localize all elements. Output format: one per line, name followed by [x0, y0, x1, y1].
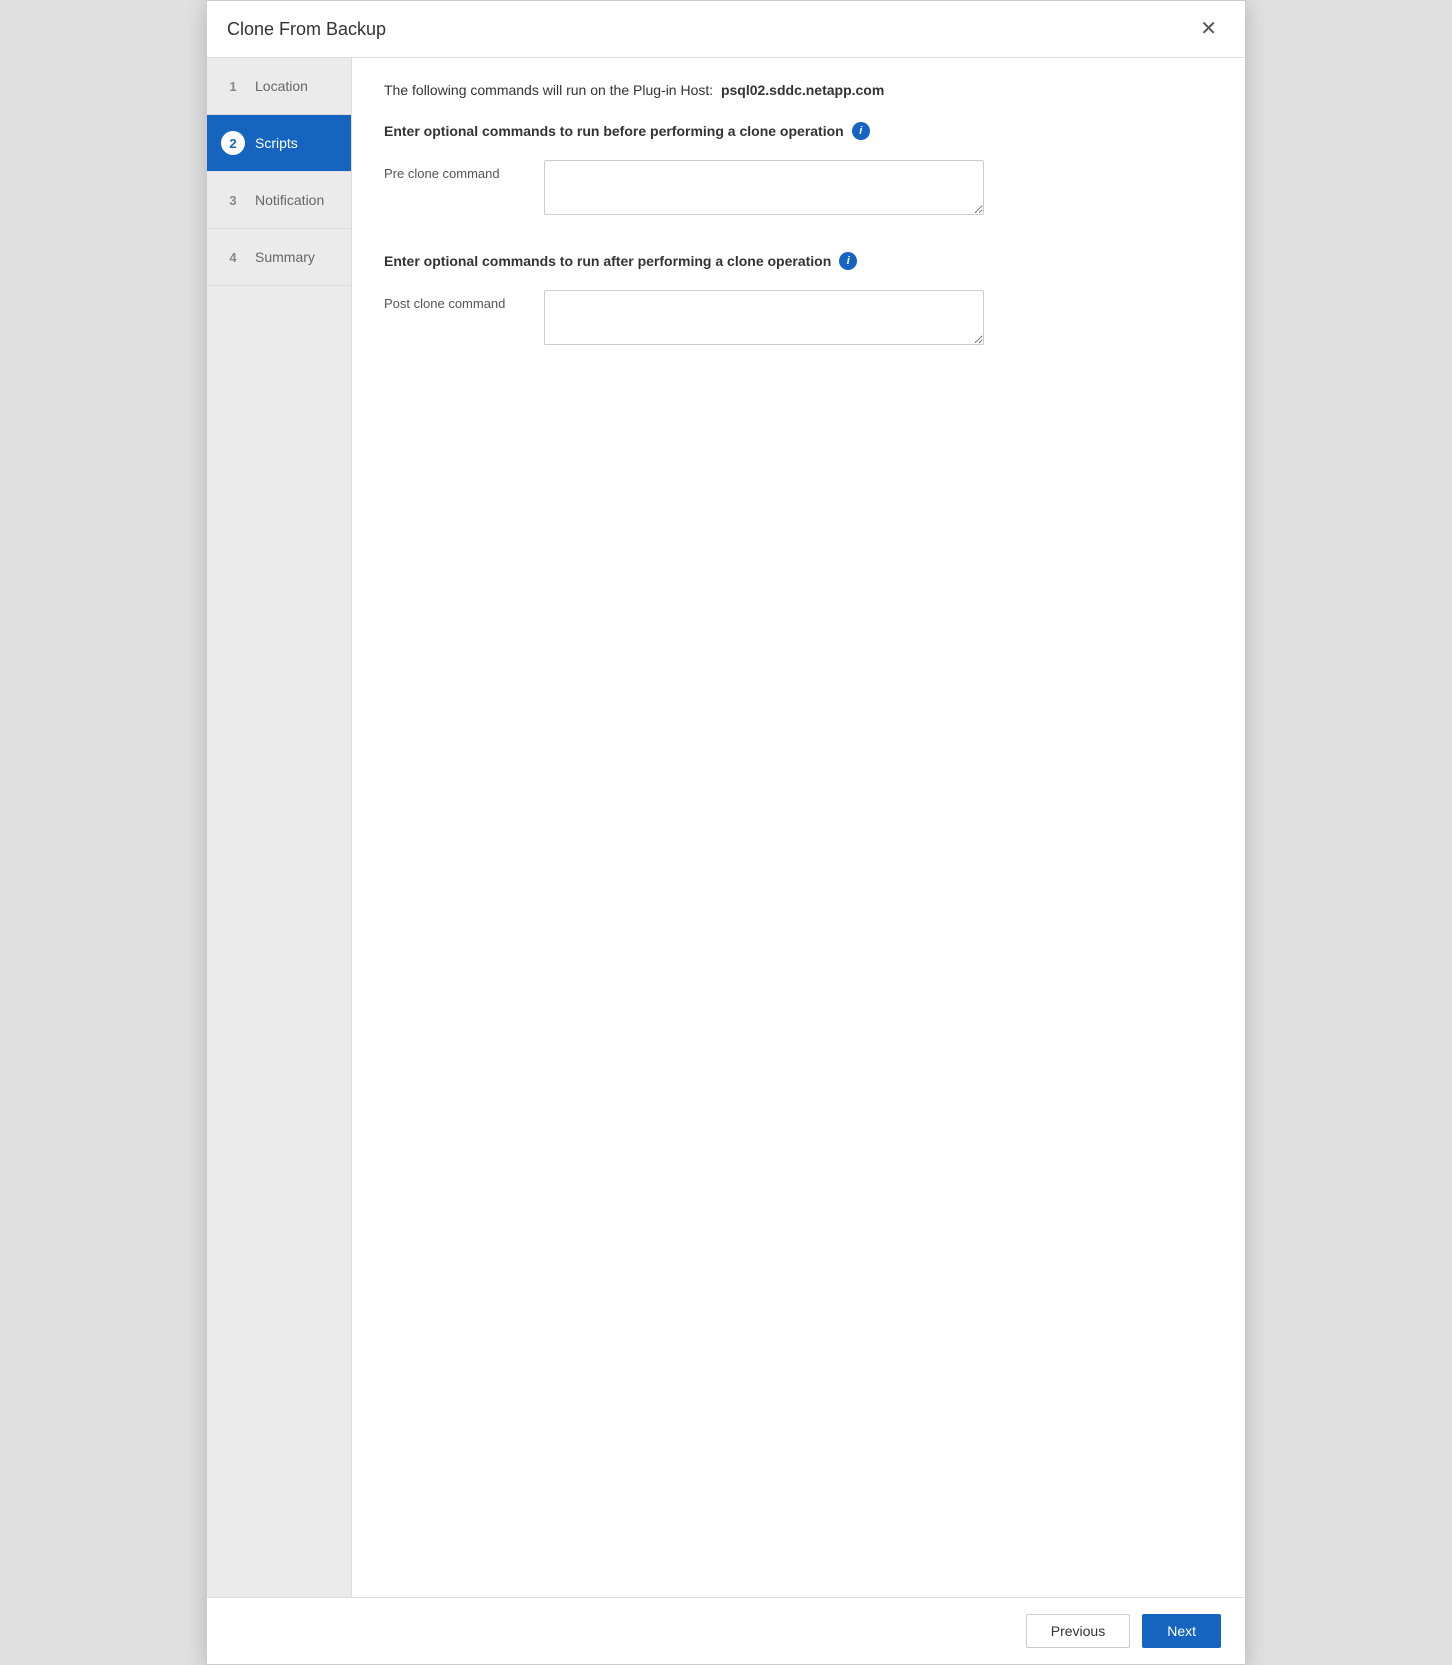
step-number-3: 3	[221, 188, 245, 212]
post-clone-command-input[interactable]	[544, 290, 984, 345]
sidebar-label-location: Location	[255, 78, 308, 94]
clone-from-backup-dialog: Clone From Backup ✕ 1 Location 2 Scripts	[206, 0, 1246, 1665]
next-button[interactable]: Next	[1142, 1614, 1221, 1648]
pre-clone-command-input[interactable]	[544, 160, 984, 215]
post-clone-form-row: Post clone command	[384, 290, 1213, 350]
pre-clone-form-row: Pre clone command	[384, 160, 1213, 220]
sidebar-label-notification: Notification	[255, 192, 324, 208]
pre-clone-input-wrapper	[544, 160, 984, 220]
post-clone-section-label: Enter optional commands to run after per…	[384, 252, 1213, 270]
sidebar-item-scripts[interactable]: 2 Scripts	[207, 115, 351, 172]
post-clone-input-wrapper	[544, 290, 984, 350]
post-clone-label: Post clone command	[384, 290, 544, 311]
sidebar-item-location[interactable]: 1 Location	[207, 58, 351, 115]
step-number-1: 1	[221, 74, 245, 98]
pre-clone-label: Pre clone command	[384, 160, 544, 181]
sidebar-item-summary[interactable]: 4 Summary	[207, 229, 351, 286]
sidebar-item-notification[interactable]: 3 Notification	[207, 172, 351, 229]
sidebar: 1 Location 2 Scripts 3 Notification 4	[207, 58, 352, 1597]
host-name: psql02.sddc.netapp.com	[721, 82, 884, 98]
main-content: The following commands will run on the P…	[352, 58, 1245, 1597]
dialog-footer: Previous Next	[207, 1597, 1245, 1664]
close-button[interactable]: ✕	[1192, 15, 1225, 43]
step-number-4: 4	[221, 245, 245, 269]
dialog-header: Clone From Backup ✕	[207, 1, 1245, 58]
pre-clone-section-label: Enter optional commands to run before pe…	[384, 122, 1213, 140]
host-info-prefix: The following commands will run on the P…	[384, 82, 713, 98]
pre-clone-info-icon[interactable]: i	[852, 122, 870, 140]
dialog-body: 1 Location 2 Scripts 3 Notification 4	[207, 58, 1245, 1597]
host-info: The following commands will run on the P…	[384, 82, 1213, 98]
previous-button[interactable]: Previous	[1026, 1614, 1130, 1648]
sidebar-label-scripts: Scripts	[255, 135, 298, 151]
close-icon: ✕	[1200, 18, 1217, 40]
step-number-2: 2	[221, 131, 245, 155]
sidebar-label-summary: Summary	[255, 249, 315, 265]
dialog-title: Clone From Backup	[227, 19, 386, 40]
post-clone-info-icon[interactable]: i	[839, 252, 857, 270]
